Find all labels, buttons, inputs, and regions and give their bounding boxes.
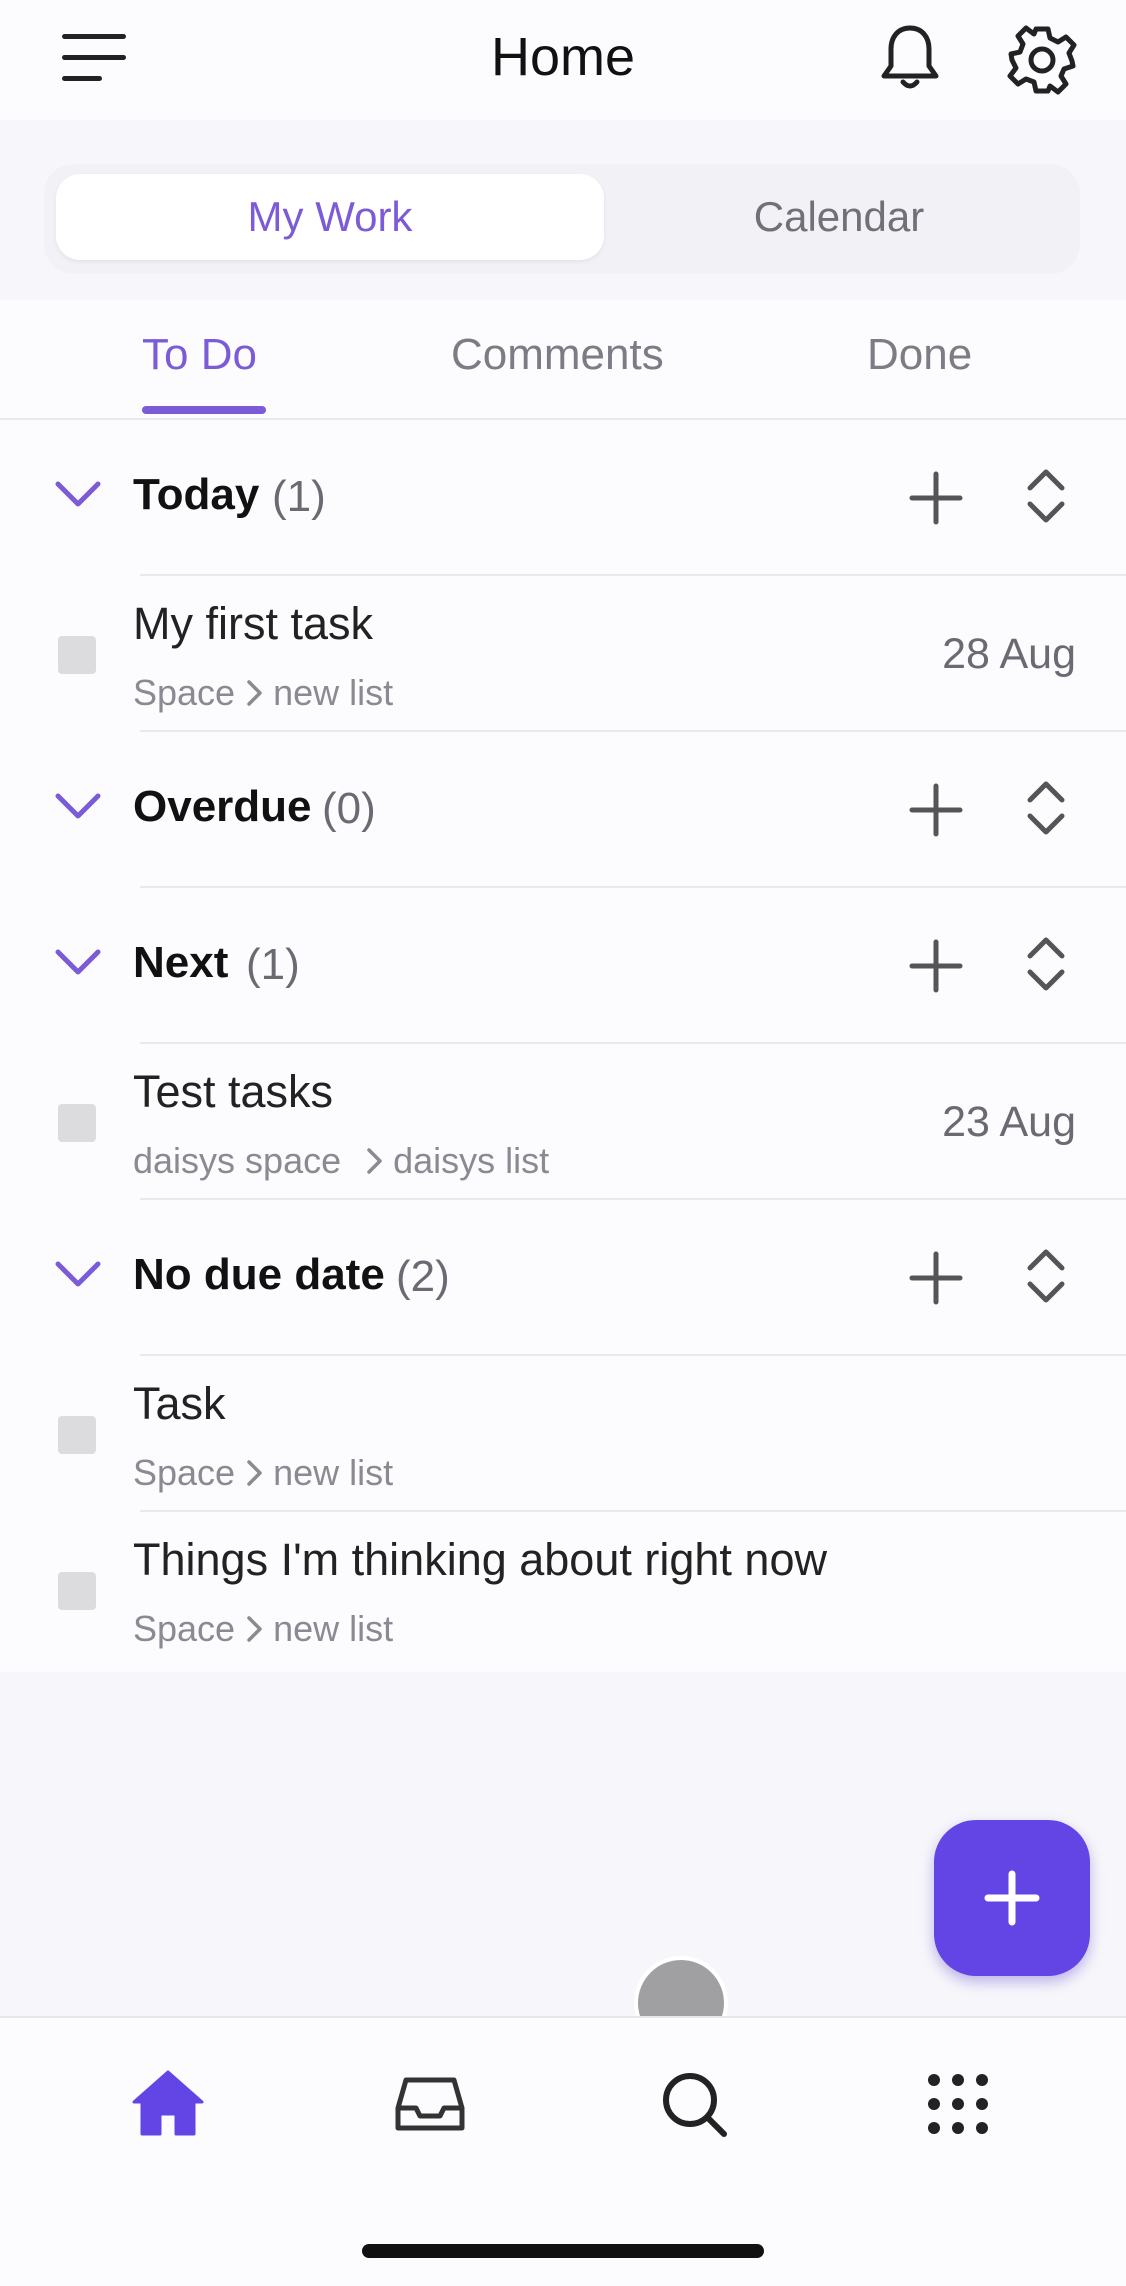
task-row[interactable]: My first task Space new list 28 Aug: [0, 576, 1126, 732]
plus-icon[interactable]: [904, 1246, 968, 1310]
task-tabs: To Do Comments Done: [0, 300, 1126, 420]
task-checkbox[interactable]: [58, 1416, 96, 1454]
plus-icon[interactable]: [904, 934, 968, 998]
task-row[interactable]: Things I'm thinking about right now Spac…: [0, 1512, 1126, 1668]
segment-my-work[interactable]: My Work: [56, 174, 604, 260]
task-list-name: new list: [273, 1608, 394, 1649]
chevron-down-icon[interactable]: [54, 786, 102, 826]
section-count: (1): [246, 940, 300, 989]
nav-apps[interactable]: [918, 2064, 998, 2144]
task-location: Space new list: [133, 672, 393, 714]
task-checkbox[interactable]: [58, 1572, 96, 1610]
section-title: Next: [133, 938, 229, 987]
section-no-due-date[interactable]: No due date (2): [0, 1200, 1126, 1356]
chevron-right-icon: [367, 1148, 382, 1174]
task-space: daisys space: [133, 1140, 342, 1181]
gear-icon[interactable]: [1006, 24, 1078, 96]
add-task-button[interactable]: [934, 1820, 1090, 1976]
nav-search[interactable]: [654, 2064, 734, 2144]
task-name: Task: [133, 1378, 226, 1429]
bottom-nav: [0, 2016, 1126, 2286]
bell-icon[interactable]: [878, 22, 942, 94]
task-list: Today (1) My first task Space new list 2…: [0, 420, 1126, 1672]
task-row[interactable]: Test tasks daisys space daisys list 23 A…: [0, 1044, 1126, 1200]
section-today[interactable]: Today (1): [0, 420, 1126, 576]
tab-comments[interactable]: Comments: [451, 330, 664, 380]
section-overdue[interactable]: Overdue (0): [0, 732, 1126, 888]
nav-inbox[interactable]: [390, 2064, 470, 2144]
segment-calendar[interactable]: Calendar: [604, 174, 1074, 260]
nav-home[interactable]: [128, 2064, 208, 2144]
chevron-down-icon[interactable]: [54, 942, 102, 982]
top-bar: Home: [0, 0, 1126, 120]
task-checkbox[interactable]: [58, 636, 96, 674]
task-list-name: new list: [273, 672, 394, 713]
task-due-date: 28 Aug: [942, 630, 1076, 678]
chevron-right-icon: [247, 680, 262, 706]
inbox-icon: [395, 2077, 465, 2131]
expand-collapse-icon[interactable]: [1018, 464, 1074, 528]
section-count: (2): [396, 1252, 450, 1301]
section-title: Today: [133, 470, 260, 519]
expand-collapse-icon[interactable]: [1018, 776, 1074, 840]
task-row[interactable]: Task Space new list: [0, 1356, 1126, 1512]
page-title: Home: [490, 27, 636, 87]
task-space: Space: [133, 1452, 236, 1493]
plus-icon: [984, 1870, 1040, 1926]
task-name: Things I'm thinking about right now: [133, 1534, 827, 1585]
tab-to-do[interactable]: To Do: [142, 330, 257, 380]
section-count: (1): [272, 472, 326, 521]
tab-done[interactable]: Done: [867, 330, 972, 380]
chevron-down-icon[interactable]: [54, 474, 102, 514]
apps-grid-icon: [928, 2074, 988, 2134]
plus-icon[interactable]: [904, 778, 968, 842]
chevron-right-icon: [247, 1460, 262, 1486]
active-tab-indicator: [142, 406, 266, 414]
section-title: Overdue: [133, 782, 312, 831]
chevron-down-icon[interactable]: [54, 1254, 102, 1294]
expand-collapse-icon[interactable]: [1018, 1244, 1074, 1308]
task-due-date: 23 Aug: [942, 1098, 1076, 1146]
view-switcher: My Work Calendar: [44, 164, 1080, 274]
task-list-name: new list: [273, 1452, 394, 1493]
home-indicator: [362, 2244, 764, 2258]
task-location: Space new list: [133, 1452, 393, 1494]
plus-icon[interactable]: [904, 466, 968, 530]
task-list-name: daisys list: [393, 1140, 550, 1181]
task-name: Test tasks: [133, 1066, 334, 1117]
task-location: daisys space daisys list: [133, 1140, 549, 1182]
expand-collapse-icon[interactable]: [1018, 932, 1074, 996]
chevron-right-icon: [247, 1616, 262, 1642]
task-name: My first task: [133, 598, 374, 649]
task-checkbox[interactable]: [58, 1104, 96, 1142]
task-space: Space: [133, 1608, 236, 1649]
home-icon: [132, 2070, 204, 2136]
search-icon: [663, 2073, 727, 2137]
section-title: No due date: [133, 1250, 385, 1299]
section-next[interactable]: Next (1): [0, 888, 1126, 1044]
section-count: (0): [322, 784, 376, 833]
task-location: Space new list: [133, 1608, 393, 1650]
task-space: Space: [133, 672, 236, 713]
